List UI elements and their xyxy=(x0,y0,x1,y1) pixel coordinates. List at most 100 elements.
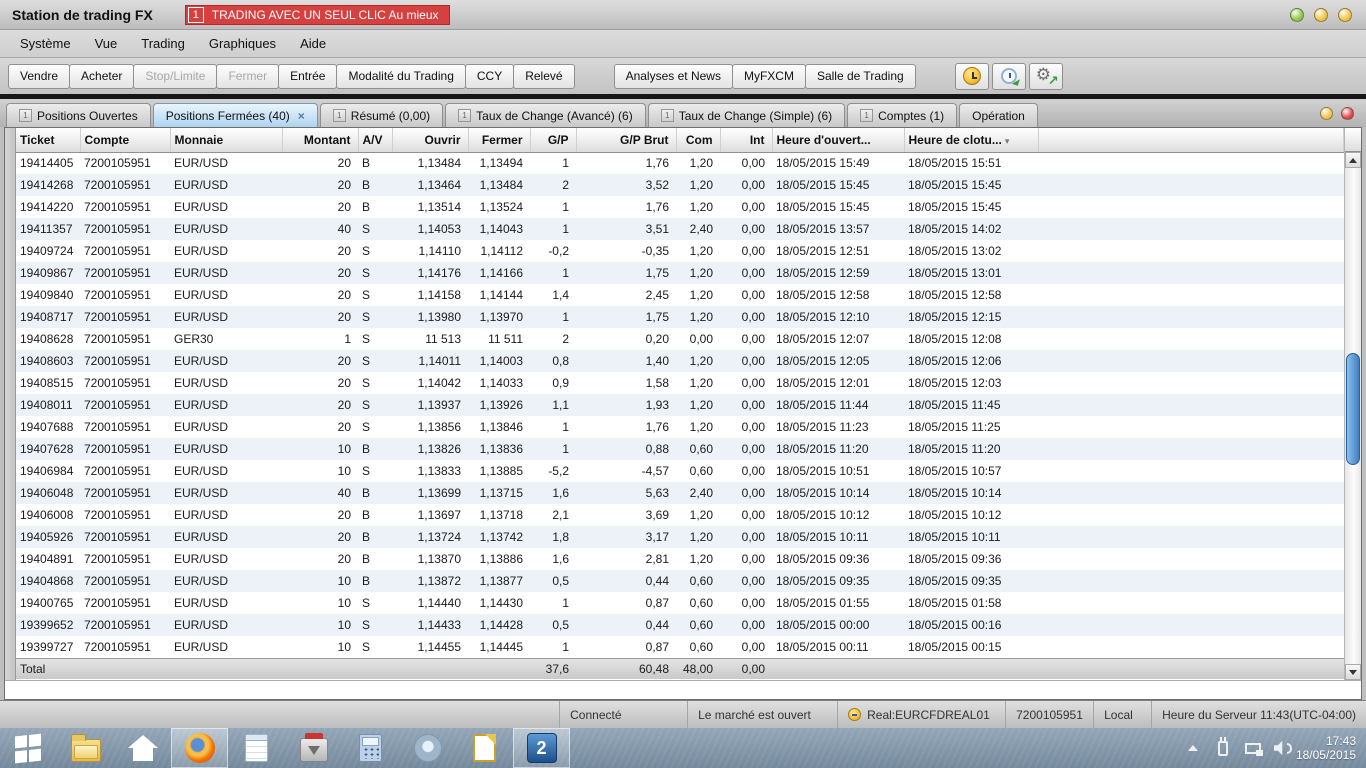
column-header-heure-d-ouvert[interactable]: Heure d'ouvert... xyxy=(772,128,905,153)
menu-item-aide[interactable]: Aide xyxy=(288,32,338,55)
table-row[interactable]: 19406008 7200105951 EUR/USD 20 B 1,13697 1,137… xyxy=(16,504,1344,526)
network-icon[interactable] xyxy=(1244,738,1263,758)
vendre-button[interactable]: Vendre xyxy=(8,63,71,89)
column-header-ticket[interactable]: Ticket xyxy=(16,128,81,153)
tab-comptes-1[interactable]: 1 Comptes (1) xyxy=(847,103,958,127)
scroll-down-button[interactable] xyxy=(1345,664,1361,681)
table-row[interactable]: 19408011 7200105951 EUR/USD 20 S 1,13937 1,139… xyxy=(16,394,1344,416)
ccy-button[interactable]: CCY xyxy=(464,63,515,89)
window-status-button[interactable] xyxy=(1290,7,1304,22)
one-click-trading-banner[interactable]: 1 TRADING AVEC UN SEUL CLIC Au mieux xyxy=(184,4,450,25)
table-row[interactable]: 19414405 7200105951 EUR/USD 20 B 1,13484 1,134… xyxy=(16,152,1344,174)
panel-icon: 1 xyxy=(19,109,32,122)
tab-taux-de-change-avance-6[interactable]: 1 Taux de Change (Avancé) (6) xyxy=(445,103,646,127)
taskbar-firefox-button[interactable] xyxy=(171,728,228,768)
table-row[interactable]: 19404868 7200105951 EUR/USD 10 B 1,13872 1,138… xyxy=(16,570,1344,592)
taskbar-clock[interactable]: 17:43 18/05/2015 xyxy=(1296,734,1356,762)
menu-item-vue[interactable]: Vue xyxy=(83,32,130,55)
taskbar-libreoffice-button[interactable] xyxy=(456,728,513,768)
column-header-com[interactable]: Com xyxy=(676,128,721,153)
myfxcm-button[interactable]: MyFXCM xyxy=(731,63,806,89)
table-row[interactable]: 19407688 7200105951 EUR/USD 20 S 1,13856 1,138… xyxy=(16,416,1344,438)
column-header-heure-de-clotu[interactable]: Heure de clotu... ▾ xyxy=(904,128,1039,153)
table-row[interactable]: 19400765 7200105951 EUR/USD 10 S 1,14440 1,144… xyxy=(16,592,1344,614)
column-header-compte[interactable]: Compte xyxy=(80,128,171,153)
table-row[interactable]: 19408515 7200105951 EUR/USD 20 S 1,14042 1,140… xyxy=(16,372,1344,394)
column-header-ouvrir[interactable]: Ouvrir xyxy=(392,128,469,153)
analyses-et-news-button[interactable]: Analyses et News xyxy=(613,63,733,89)
column-header-a-v[interactable]: A/V xyxy=(358,128,393,153)
taskbar-start-button[interactable] xyxy=(0,728,57,768)
table-row[interactable]: 19406048 7200105951 EUR/USD 40 B 1,13699 1,137… xyxy=(16,482,1344,504)
horizontal-scrollbar[interactable] xyxy=(5,680,1361,699)
table-row[interactable]: 19408628 7200105951 GER30 1 S 11 513 11 511 2 0,… xyxy=(16,328,1344,350)
tab-bar-tabs: 1 Positions Ouvertes Positions Fermées (40… xyxy=(6,99,1040,127)
table-row[interactable]: 19404891 7200105951 EUR/USD 20 B 1,13870 1,138… xyxy=(16,548,1344,570)
column-header-fermer[interactable]: Fermer xyxy=(468,128,531,153)
table-row[interactable]: 19407628 7200105951 EUR/USD 10 B 1,13826 1,138… xyxy=(16,438,1344,460)
tab-taux-de-change-simple-6[interactable]: 1 Taux de Change (Simple) (6) xyxy=(647,103,846,127)
column-header-montant[interactable]: Montant xyxy=(282,128,359,153)
panel-window-buttons xyxy=(1320,106,1354,120)
tab-positions-ouvertes[interactable]: 1 Positions Ouvertes xyxy=(6,103,151,127)
stop-limite-button: Stop/Limite xyxy=(133,63,218,89)
arrow-down-icon xyxy=(1349,669,1357,675)
table-row[interactable]: 19406984 7200105951 EUR/USD 10 S 1,13833 1,138… xyxy=(16,460,1344,482)
tab-positions-fermees-40[interactable]: Positions Fermées (40) × xyxy=(152,103,318,127)
scrollbar-thumb[interactable] xyxy=(1346,353,1360,465)
server-clock-button[interactable] xyxy=(954,62,989,90)
table-row[interactable]: 19409867 7200105951 EUR/USD 20 S 1,14176 1,141… xyxy=(16,262,1344,284)
taskbar-chromium-button[interactable] xyxy=(399,728,456,768)
volume-icon[interactable] xyxy=(1273,738,1292,758)
table-row[interactable]: 19409724 7200105951 EUR/USD 20 S 1,14110 1,141… xyxy=(16,240,1344,262)
tab-resume-0-00[interactable]: 1 Résumé (0,00) xyxy=(319,103,444,127)
settings-sync-button[interactable] xyxy=(1028,62,1063,90)
entree-button[interactable]: Entrée xyxy=(278,63,338,89)
home-icon xyxy=(127,734,158,762)
panel-close-button[interactable] xyxy=(1341,106,1354,120)
menu-item-graphiques[interactable]: Graphiques xyxy=(197,32,288,55)
table-row[interactable]: 19414268 7200105951 EUR/USD 20 B 1,13464 1,134… xyxy=(16,174,1344,196)
taskbar-home-button[interactable] xyxy=(114,728,171,768)
window-minimize-button[interactable] xyxy=(1314,7,1328,22)
taskbar-notepad-button[interactable] xyxy=(228,728,285,768)
tab-close-icon[interactable]: × xyxy=(298,109,305,123)
history-clock-button[interactable] xyxy=(991,62,1026,90)
scroll-up-button[interactable] xyxy=(1345,152,1361,168)
taskbar-calculator-button[interactable] xyxy=(342,728,399,768)
table-row[interactable]: 19405926 7200105951 EUR/USD 20 B 1,13724 1,137… xyxy=(16,526,1344,548)
scrollbar-track[interactable] xyxy=(1345,168,1361,665)
column-header-monnaie[interactable]: Monnaie xyxy=(170,128,283,153)
modalite-du-trading-button[interactable]: Modalité du Trading xyxy=(336,63,466,89)
tab-bar: 1 Positions Ouvertes Positions Fermées (40… xyxy=(0,99,1366,127)
table-row[interactable]: 19409840 7200105951 EUR/USD 20 S 1,14158 1,141… xyxy=(16,284,1344,306)
table-row[interactable]: 19411357 7200105951 EUR/USD 40 S 1,14053 1,140… xyxy=(16,218,1344,240)
table-row[interactable]: 19399652 7200105951 EUR/USD 10 S 1,14433 1,144… xyxy=(16,614,1344,636)
taskbar-trading-station-button[interactable]: 2 xyxy=(513,728,570,768)
column-header-g-p-brut[interactable]: G/P Brut xyxy=(576,128,677,153)
table-row[interactable]: 19399727 7200105951 EUR/USD 10 S 1,14455 1,144… xyxy=(16,636,1344,658)
salle-de-trading-button[interactable]: Salle de Trading xyxy=(804,63,916,89)
column-header-g-p[interactable]: G/P xyxy=(530,128,577,153)
menu-item-systeme[interactable]: Système xyxy=(8,32,83,55)
taskbar-file-explorer-button[interactable] xyxy=(57,728,114,768)
tab-operation[interactable]: Opération xyxy=(959,103,1038,127)
panel-minimize-button[interactable] xyxy=(1320,106,1333,120)
menu-bar: Système Vue Trading Graphiques Aide xyxy=(0,30,1366,58)
chevron-up-icon[interactable] xyxy=(1184,738,1202,758)
vertical-scrollbar[interactable] xyxy=(1344,128,1361,681)
table-row[interactable]: 19408717 7200105951 EUR/USD 20 S 1,13980 1,139… xyxy=(16,306,1344,328)
table-row[interactable]: 19408603 7200105951 EUR/USD 20 S 1,14011 1,140… xyxy=(16,350,1344,372)
taskbar-install-tool-button[interactable] xyxy=(285,728,342,768)
menu-item-trading[interactable]: Trading xyxy=(129,32,197,55)
taskbar: 2 17:43 18/05/2015 xyxy=(0,728,1366,768)
acheter-button[interactable]: Acheter xyxy=(69,63,135,89)
power-plug-icon[interactable] xyxy=(1214,736,1232,758)
window-close-button[interactable] xyxy=(1338,7,1352,22)
panel-icon: 1 xyxy=(458,109,472,122)
taskbar-icons: 2 xyxy=(0,728,570,768)
column-header-int[interactable]: Int xyxy=(720,128,773,153)
releve-button[interactable]: Relevé xyxy=(513,63,575,89)
table-row[interactable]: 19414220 7200105951 EUR/USD 20 B 1,13514 1,135… xyxy=(16,196,1344,218)
total-int: 0,00 xyxy=(720,657,772,679)
